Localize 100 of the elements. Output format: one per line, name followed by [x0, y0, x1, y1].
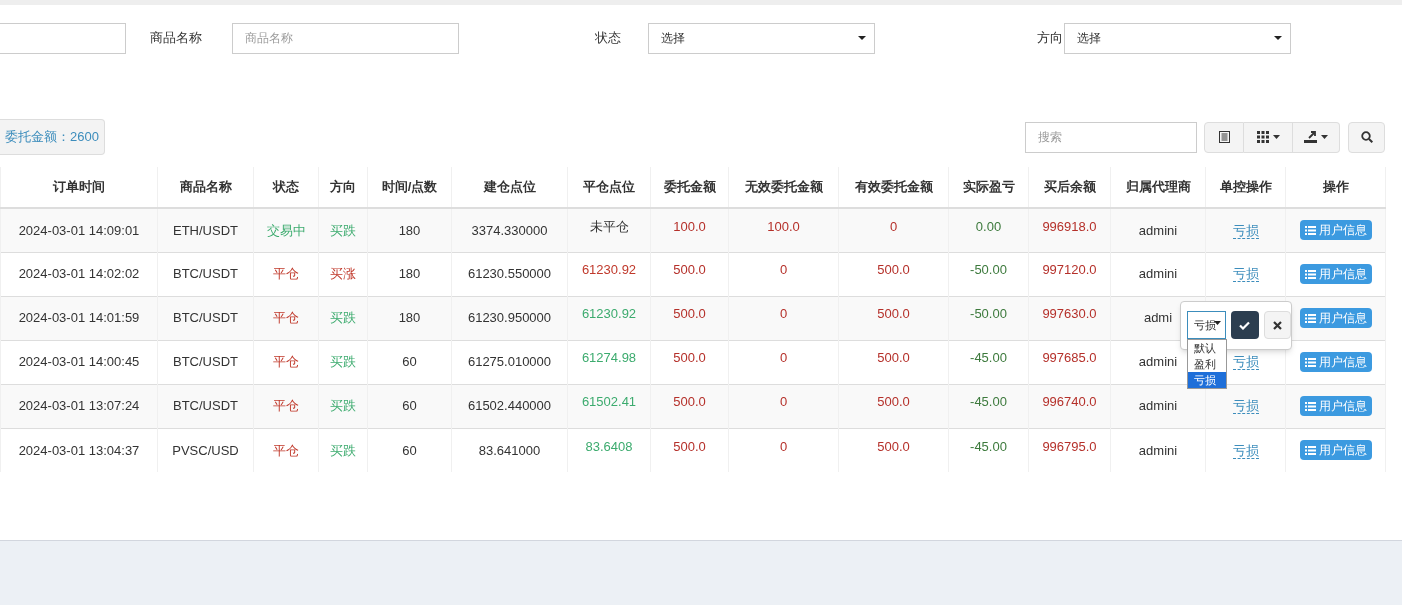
table-cell: admini — [1138, 398, 1178, 414]
table-cell: 61230.92 — [581, 306, 637, 322]
user-info-button[interactable]: 用户信息 — [1299, 220, 1372, 241]
table-cell: -50.00 — [970, 306, 1007, 322]
table-cell: 0 — [779, 262, 788, 278]
filter-label: 状态 — [594, 29, 622, 48]
table-cell: admini — [1138, 354, 1178, 370]
column-header: 方向 — [330, 179, 356, 195]
table-cell: 500.0 — [877, 394, 910, 410]
table-cell: 500.0 — [877, 350, 910, 366]
column-header: 状态 — [273, 179, 299, 195]
table-cell: 61230.550000 — [467, 266, 552, 282]
table-cell: ETH/USDT — [173, 222, 238, 238]
search-button[interactable] — [1348, 121, 1385, 153]
table-cell: 500.0 — [673, 350, 706, 366]
cancel-button[interactable] — [1263, 311, 1291, 339]
filter-label: 商品名称 — [149, 29, 203, 48]
table-cell: 2024-03-01 13:07:24 — [18, 398, 140, 414]
table-cell: 平仓 — [273, 266, 299, 282]
table-cell: 83.641000 — [478, 442, 541, 458]
table-cell: 买涨 — [330, 266, 356, 282]
input-field[interactable] — [0, 22, 126, 54]
editable-link[interactable]: 亏损 — [1232, 442, 1259, 459]
table-cell: 买跌 — [330, 442, 356, 458]
table-cell: 平仓 — [273, 310, 299, 326]
table-cell: 500.0 — [673, 306, 706, 322]
table-cell: 997685.0 — [1042, 350, 1097, 366]
list-icon — [1304, 357, 1316, 367]
dropdown-option[interactable]: 亏损 — [1188, 371, 1226, 388]
table-cell: 2024-03-01 14:09:01 — [18, 222, 140, 238]
table-cell: 买跌 — [330, 222, 356, 238]
editable-link[interactable]: 亏损 — [1232, 222, 1259, 239]
user-info-button[interactable]: 用户信息 — [1299, 396, 1372, 416]
table-cell: admini — [1138, 222, 1178, 238]
table-cell: 61274.98 — [581, 350, 637, 366]
search-field[interactable]: 搜索 — [1025, 121, 1197, 153]
column-header: 时间/点数 — [381, 179, 438, 195]
close-icon — [1272, 320, 1282, 330]
table-cell: 100.0 — [767, 218, 800, 234]
table-cell: 0 — [779, 394, 788, 410]
search-icon — [1360, 131, 1373, 143]
table-cell: 61275.010000 — [467, 354, 552, 370]
caret-icon — [1214, 321, 1222, 325]
user-info-button[interactable]: 用户信息 — [1299, 264, 1372, 284]
toggle-view-button[interactable] — [1204, 121, 1244, 153]
summary-label: 委托金额：2600 — [0, 119, 105, 155]
editable-link[interactable]: 亏损 — [1232, 266, 1259, 283]
table-cell: 500.0 — [877, 306, 910, 322]
table-cell: 0.00 — [975, 218, 1002, 234]
table-cell: 997120.0 — [1042, 262, 1097, 278]
table-cell: 2024-03-01 13:04:37 — [18, 442, 140, 458]
column-header: 平仓点位 — [583, 179, 635, 195]
table-cell: 2024-03-01 14:00:45 — [18, 354, 140, 370]
editable-link[interactable]: 亏损 — [1232, 354, 1259, 371]
table-cell: 500.0 — [673, 438, 706, 454]
table-cell: 平仓 — [273, 442, 299, 458]
table-cell: 2024-03-01 14:02:02 — [18, 266, 140, 282]
table-cell: 61502.440000 — [467, 398, 552, 414]
user-info-button[interactable]: 用户信息 — [1299, 440, 1372, 461]
table-cell: 100.0 — [673, 218, 706, 234]
table-cell: admi — [1143, 310, 1173, 326]
list-icon — [1304, 401, 1316, 411]
table-cell: 交易中 — [266, 222, 306, 238]
table-cell: 996918.0 — [1042, 218, 1097, 234]
table-cell: 3374.330000 — [471, 222, 548, 238]
table-cell: 500.0 — [673, 394, 706, 410]
input-field[interactable]: 商品名称 — [232, 22, 459, 54]
column-header: 无效委托金额 — [744, 179, 823, 195]
select-field[interactable]: 选择 — [648, 22, 875, 54]
table-cell: 996740.0 — [1042, 394, 1097, 410]
caret-icon — [1272, 135, 1280, 139]
columns-button[interactable] — [1244, 121, 1293, 153]
table-cell: BTC/USDT — [173, 310, 238, 326]
export-button[interactable] — [1293, 121, 1340, 153]
table-cell: 500.0 — [877, 262, 910, 278]
table-cell: 0 — [779, 438, 788, 454]
table-cell: 996795.0 — [1042, 438, 1097, 454]
table-cell: 180 — [398, 266, 421, 282]
table-cell: -45.00 — [970, 438, 1007, 454]
confirm-button[interactable] — [1231, 311, 1259, 339]
column-header: 归属代理商 — [1125, 179, 1191, 195]
table-cell: BTC/USDT — [173, 398, 238, 414]
table-cell: 61230.92 — [581, 262, 637, 278]
column-header: 有效委托金额 — [854, 179, 933, 195]
editable-link[interactable]: 亏损 — [1232, 398, 1259, 415]
table-cell: 60 — [402, 398, 417, 414]
list-icon — [1218, 131, 1230, 143]
user-info-button[interactable]: 用户信息 — [1299, 352, 1372, 372]
table-cell: BTC/USDT — [173, 266, 238, 282]
select-field[interactable]: 选择 — [1064, 22, 1291, 54]
dropdown-option[interactable]: 盈利 — [1188, 355, 1226, 372]
table-cell: 未平仓 — [589, 218, 629, 234]
dropdown-option[interactable]: 默认 — [1188, 339, 1226, 356]
table-cell: 61230.950000 — [467, 310, 552, 326]
table-cell: 平仓 — [273, 354, 299, 370]
table-cell: admini — [1138, 442, 1178, 458]
user-info-button[interactable]: 用户信息 — [1299, 308, 1372, 328]
column-header: 建仓点位 — [483, 179, 536, 195]
table-cell: 61502.41 — [581, 394, 637, 410]
select-field[interactable]: 亏损 — [1187, 311, 1227, 339]
